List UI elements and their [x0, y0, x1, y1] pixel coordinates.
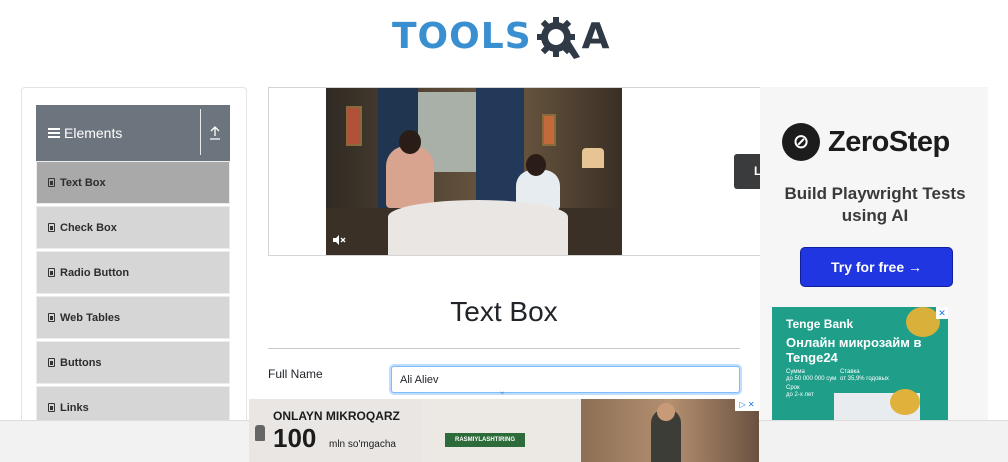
bottom-banner-ad[interactable]: ONLAYN MIKROQARZ 100 mln so'mgacha RASMI… — [249, 399, 759, 462]
bottom-ad-fine-print — [445, 409, 575, 427]
document-icon — [48, 313, 55, 322]
sidebar-item-web-tables[interactable]: Web Tables — [36, 296, 230, 339]
coin-graphic — [890, 389, 920, 415]
coin-graphic — [906, 307, 940, 337]
logo-text-tools: TOOLS — [392, 16, 532, 57]
document-icon — [48, 403, 55, 412]
title-divider — [268, 348, 740, 349]
document-icon — [48, 178, 55, 187]
full-name-label: Full Name — [268, 367, 323, 381]
logo-text-a: A — [581, 16, 610, 57]
sidebar-item-label: Web Tables — [60, 311, 121, 324]
bottom-ad-left-panel: ONLAYN MIKROQARZ 100 mln so'mgacha — [249, 399, 421, 462]
zerostep-name: ZeroStep — [828, 125, 950, 158]
sidebar-item-label: Text Box — [60, 176, 106, 189]
bottom-ad-face — [657, 403, 675, 421]
sidebar-item-radio-button[interactable]: Radio Button — [36, 251, 230, 294]
full-name-input[interactable] — [391, 366, 740, 393]
bottom-ad-unit: mln so'mgacha — [329, 439, 396, 450]
muted-speaker-icon[interactable] — [332, 234, 346, 246]
tenge-bank-brand: Tenge Bank — [786, 317, 854, 331]
sidebar-item-text-box[interactable]: Text Box — [36, 161, 230, 204]
tenge-bank-ad[interactable]: ✕ Tenge Bank Онлайн микрозайм в Tenge24 … — [772, 307, 948, 427]
zerostep-brand: ⊘ ZeroStep — [782, 123, 950, 161]
video-scene-table — [388, 200, 568, 255]
divider — [200, 109, 201, 155]
chevron-down-icon: ⌄ — [498, 386, 507, 397]
collapse-up-icon[interactable] — [208, 125, 222, 141]
bottom-ad-amount: 100 — [273, 423, 317, 453]
ad-close-icon[interactable]: ▷ ✕ — [735, 399, 759, 411]
sidebar-item-label: Radio Button — [60, 266, 130, 279]
sidebar-item-check-box[interactable]: Check Box — [36, 206, 230, 249]
video-scene-lamp — [582, 148, 604, 168]
document-icon — [48, 358, 55, 367]
menu-icon — [48, 128, 60, 138]
video-scene-picture — [346, 106, 362, 146]
sidebar: Elements Text Box Check Box Radio Button… — [21, 87, 247, 427]
video-ad[interactable] — [326, 88, 622, 255]
video-scene-head — [526, 154, 546, 176]
sidebar-group-elements[interactable]: Elements — [36, 105, 230, 161]
bottom-ad-photo — [581, 399, 759, 462]
tenge-rate-value: от 35,9% годовых — [840, 376, 889, 382]
zerostep-logo-icon: ⊘ — [782, 123, 820, 161]
bottom-ad-title: ONLAYN MIKROQARZ — [273, 409, 400, 423]
bottom-ad-cta-button[interactable]: RASMIYLASHTIRING — [445, 433, 525, 447]
sidebar-item-label: Buttons — [60, 356, 102, 369]
tenge-sum-value: до 50 000 000 сум — [786, 376, 837, 382]
try-for-free-button[interactable]: Try for free → — [800, 247, 953, 287]
bottle-icon — [255, 425, 265, 441]
video-ad-frame — [268, 87, 768, 256]
zerostep-tagline: Build Playwright Tests using AI — [784, 184, 966, 225]
sidebar-item-buttons[interactable]: Buttons — [36, 341, 230, 384]
page: TOOLS A Elements Text Box Check Box Radi… — [0, 0, 1008, 462]
video-scene-head — [399, 130, 421, 154]
gear-q-icon — [536, 17, 580, 59]
sidebar-group-title: Elements — [64, 125, 123, 141]
tenge-sum-label: Сумма — [786, 369, 805, 375]
tenge-term-value: до 2-х лет — [786, 392, 814, 398]
bottom-ad-middle-panel: RASMIYLASHTIRING — [421, 399, 581, 462]
video-scene-picture — [542, 114, 556, 146]
document-icon — [48, 223, 55, 232]
tenge-term-label: Срок — [786, 385, 800, 391]
sidebar-item-label: Links — [60, 401, 89, 414]
page-title: Text Box — [450, 296, 558, 327]
sidebar-item-label: Check Box — [60, 221, 117, 234]
tenge-rate-label: Ставка — [840, 369, 860, 375]
site-logo[interactable]: TOOLS A — [392, 10, 620, 64]
close-icon[interactable]: ✕ — [936, 307, 948, 319]
zerostep-ad[interactable]: ⊘ ZeroStep Build Playwright Tests using … — [760, 87, 988, 427]
document-icon — [48, 268, 55, 277]
sidebar-menu: Text Box Check Box Radio Button Web Tabl… — [36, 161, 230, 426]
video-scene-woman — [386, 146, 434, 208]
tenge-headline: Онлайн микрозайм в Tenge24 — [786, 335, 922, 365]
